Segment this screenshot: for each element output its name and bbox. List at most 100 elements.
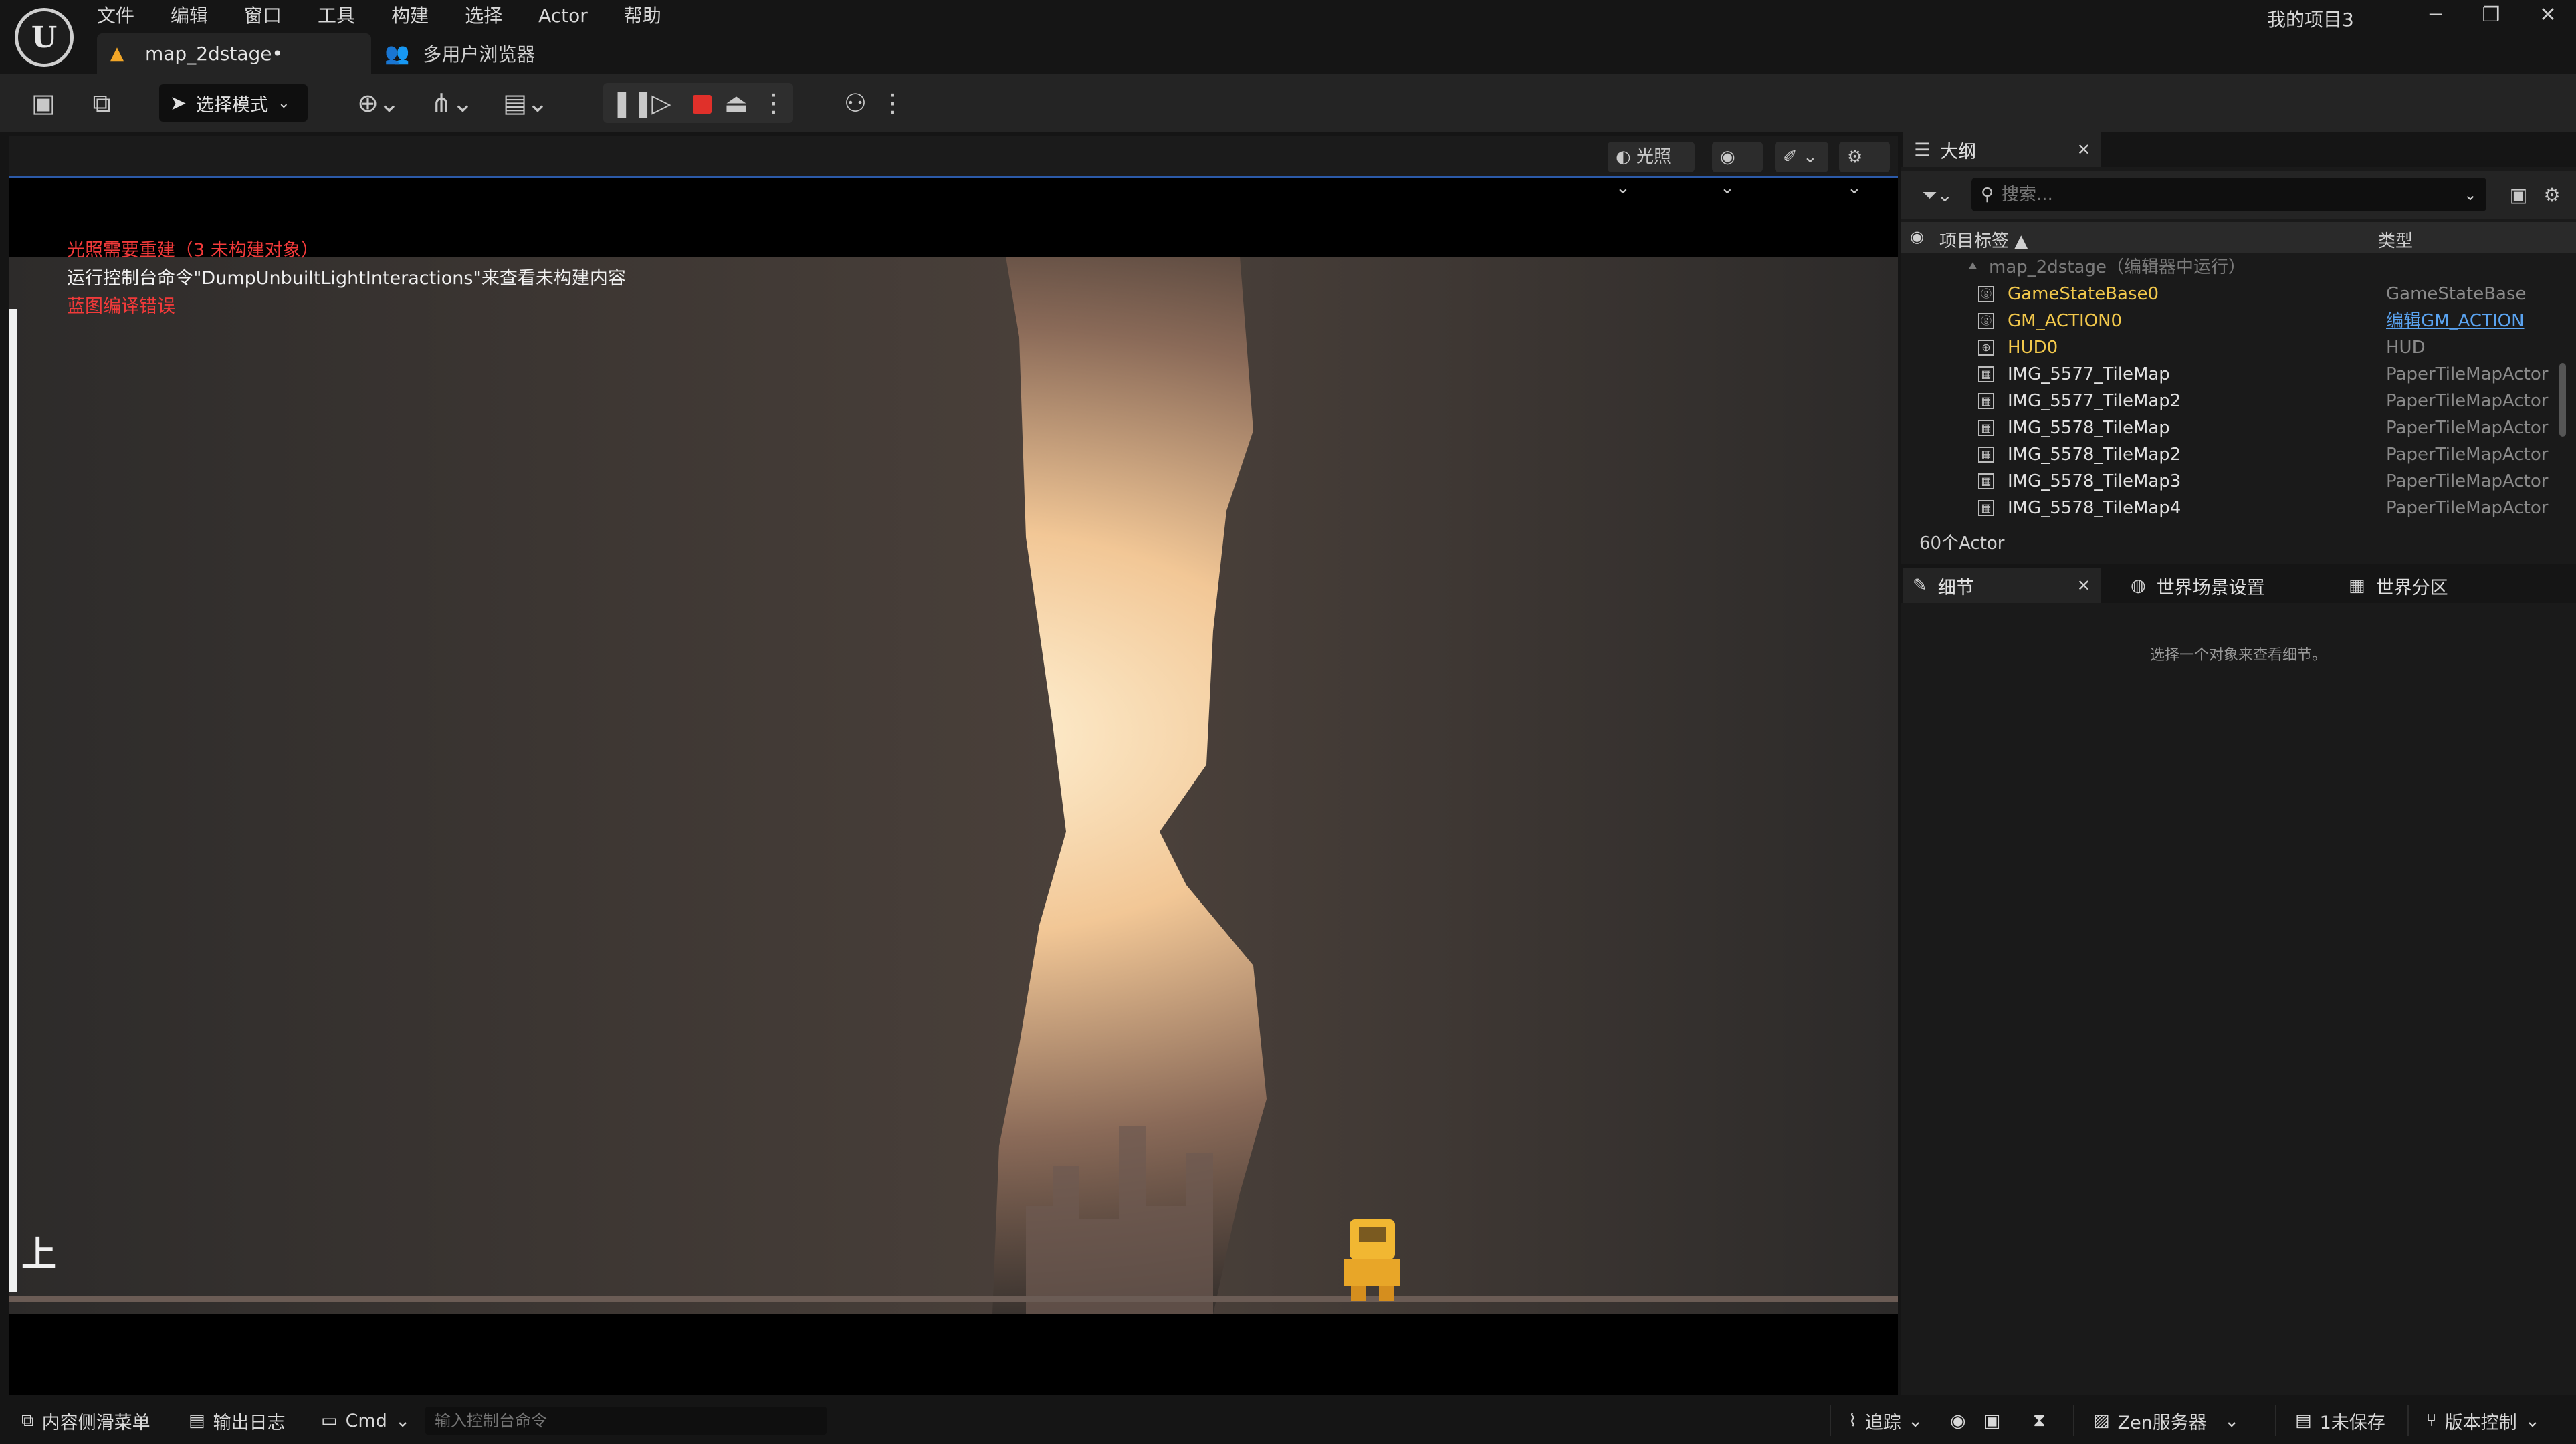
menu-edit[interactable]: 编辑 [171,3,225,29]
filter-icon[interactable]: ⏷⌄ [1914,179,1961,211]
trace-button[interactable]: ⌇ 追踪 ⌄ [1848,1407,1923,1435]
cinematics-icon[interactable]: ▤⌄ [499,87,552,119]
output-log-icon: ▤ [189,1411,205,1431]
close-icon[interactable]: ✕ [2077,140,2090,159]
close-window-button[interactable]: ✕ [2521,0,2575,31]
output-log-button[interactable]: ▤ 输出日志 [189,1407,286,1435]
actor-type[interactable]: 编辑GM_ACTION [2386,308,2525,334]
lighting-rebuild-warning: 光照需要重建（3 未构建对象） [67,240,319,261]
outliner-row[interactable]: ⓖ GM_ACTION0 编辑GM_ACTION [1901,308,2563,334]
step-frame-icon[interactable]: ▷ [647,87,675,119]
actor-type: PaperTileMapActor [2386,498,2549,518]
gear-icon[interactable]: ⚙ [2539,179,2565,211]
unreal-logo-icon[interactable]: U [15,8,74,67]
content-drawer-icon: ⧉ [21,1410,34,1431]
menu-window[interactable]: 窗口 [244,3,299,29]
minimize-button[interactable]: ─ [2409,0,2462,31]
tab-level-label: map_2dstage• [145,42,284,65]
show-flags-button[interactable]: ◉ ⌄ [1712,142,1763,198]
tab-multiuser-browser[interactable]: 👥 多用户浏览器 [385,33,535,74]
outliner-row[interactable]: ▦ IMG_5578_TileMap4 PaperTileMapActor [1901,495,2563,521]
outliner-search-input[interactable] [2002,185,2430,205]
outliner-search-row: ⏷⌄ ⚲ ⌄ ▣ ⚙ [1901,171,2576,219]
browse-content-icon[interactable]: ⧉ [83,87,120,119]
add-actor-icon[interactable]: ⊕⌄ [352,87,405,119]
menu-help[interactable]: 帮助 [624,3,679,29]
maximize-button[interactable]: ❐ [2464,0,2518,31]
outliner-search-box[interactable]: ⚲ ⌄ [1971,178,2486,211]
menu-select[interactable]: 选择 [465,3,520,29]
blueprint-icon[interactable]: ⋔⌄ [425,87,479,119]
outliner-row[interactable]: ▦ IMG_5578_TileMap2 PaperTileMapActor [1901,441,2563,468]
viewport-toolbar: ◐ 光照 ⌄ ◉ ⌄ ✐ ⌄ ⚙ ⌄ [9,136,1898,198]
world-name: map_2dstage（编辑器中运行） [1989,257,2246,277]
menu-actor[interactable]: Actor [538,3,605,29]
hourglass-icon[interactable]: ⧗ [2033,1407,2046,1435]
content-drawer-label: 内容侧滑菜单 [41,1412,150,1433]
more-options-icon[interactable]: ⋮ [761,87,786,119]
outliner-scrollbar[interactable] [2559,363,2566,437]
outliner-tab-bar: ☰ 大纲 ✕ [1901,132,2576,167]
outliner-row[interactable]: ⊕ HUD0 HUD [1901,334,2563,361]
zen-server-button[interactable]: ▨ Zen服务器 ⌄ [2093,1407,2239,1435]
actor-type-icon: ▦ [1978,447,1994,463]
actor-type: PaperTileMapActor [2386,391,2549,411]
source-control-label: 版本控制 [2444,1412,2517,1433]
menu-build[interactable]: 构建 [391,3,446,29]
visibility-eye-icon[interactable]: ◉ [1910,227,1924,246]
details-tab-bar: ✎ 细节 ✕ ◍ 世界场景设置 ▦ 世界分区 [1901,568,2576,603]
source-control-button[interactable]: ⑂ 版本控制 ⌄ [2426,1407,2540,1435]
outliner-column-header: ◉ 项目标签 ▲ 类型 [1901,222,2576,253]
viewport-settings-button[interactable]: ⚙ ⌄ [1839,142,1890,198]
column-item-label[interactable]: 项目标签 ▲ [1939,227,2028,252]
outliner-row[interactable]: ▦ IMG_5577_TileMap2 PaperTileMapActor [1901,388,2563,414]
output-log-label: 输出日志 [213,1412,286,1433]
selection-mode-label: 选择模式 [196,94,269,116]
record-icon[interactable]: ◉ [1950,1407,1966,1435]
scalability-button[interactable]: ✐ ⌄ [1775,142,1828,172]
outliner-row[interactable]: ⓖ GameStateBase0 GameStateBase [1901,281,2563,308]
screenshot-icon[interactable]: ▣ [1983,1407,2001,1435]
menu-tools[interactable]: 工具 [318,3,372,29]
outliner-world-row[interactable]: ⛰ map_2dstage（编辑器中运行） [1901,254,2563,281]
outliner-icon: ☰ [1914,138,1931,161]
close-icon[interactable]: ✕ [2077,576,2090,595]
pause-icon[interactable]: ❚❚ [611,87,654,119]
outliner-panel: ☰ 大纲 ✕ ⏷⌄ ⚲ ⌄ ▣ ⚙ ◉ 项目标签 ▲ 类型 ⛰ map_2dsta… [1901,132,2576,564]
lighting-mode-button[interactable]: ◐ 光照 ⌄ [1608,142,1695,198]
search-icon: ⚲ [1981,185,1994,205]
selection-mode-dropdown[interactable]: ➤ 选择模式 ⌄ [159,84,308,122]
outliner-row[interactable]: ▦ IMG_5578_TileMap3 PaperTileMapActor [1901,468,2563,495]
content-drawer-button[interactable]: ⧉ 内容侧滑菜单 [21,1407,150,1435]
chevron-down-icon[interactable]: ⌄ [2464,185,2477,204]
level-viewport[interactable]: ◐ 光照 ⌄ ◉ ⌄ ✐ ⌄ ⚙ ⌄ 光照需要重建（3 未构建对象） 运行控制台… [9,136,1898,1395]
zen-server-icon: ▨ [2093,1411,2110,1431]
cmd-dropdown[interactable]: ▭ Cmd ⌄ [321,1407,411,1435]
gear-icon: ⚙ [1847,147,1863,167]
tab-outliner[interactable]: ☰ 大纲 ✕ [1903,132,2101,167]
menu-file[interactable]: 文件 [97,3,152,29]
trace-icon: ⌇ [1848,1411,1857,1431]
tab-world-settings[interactable]: ◍ 世界场景设置 [2121,568,2265,603]
partition-icon: ▦ [2349,576,2365,596]
platforms-icon[interactable]: ⚇ [839,87,872,119]
play-controls: ❚❚ ▷ ⏏ ⋮ [603,83,793,123]
lighting-icon: ◐ [1616,147,1636,167]
outliner-row[interactable]: ▦ IMG_5577_TileMap PaperTileMapActor [1901,361,2563,388]
column-type[interactable]: 类型 [2378,227,2413,252]
divider [2073,1405,2074,1436]
new-folder-icon[interactable]: ▣ [2505,179,2532,211]
stop-icon[interactable] [693,95,712,114]
actor-type: GameStateBase [2386,284,2527,304]
tab-world-partition[interactable]: ▦ 世界分区 [2339,568,2448,603]
more-options-icon[interactable]: ⋮ [880,87,905,119]
tab-level[interactable]: ▲ map_2dstage• [97,33,371,74]
chevron-down-icon: ⌄ [395,1410,411,1431]
unsaved-button[interactable]: ▤ 1未保存 [2295,1407,2385,1435]
save-icon[interactable]: ▣ [28,87,59,119]
eject-icon[interactable]: ⏏ [722,87,750,119]
actor-name: IMG_5578_TileMap [2008,418,2170,438]
console-command-input[interactable] [425,1407,827,1435]
tab-details[interactable]: ✎ 细节 ✕ [1903,568,2101,603]
outliner-row[interactable]: ▦ IMG_5578_TileMap PaperTileMapActor [1901,414,2563,441]
